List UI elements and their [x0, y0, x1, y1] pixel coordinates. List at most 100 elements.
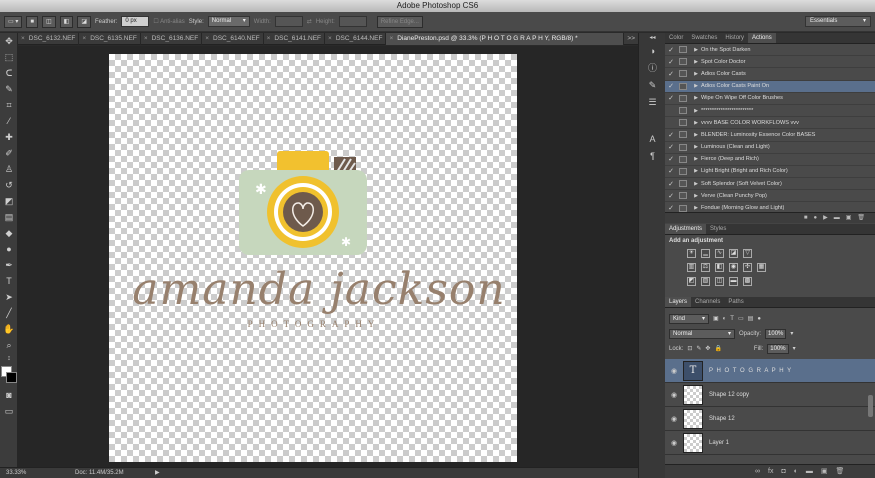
- line-tool-icon[interactable]: ╱: [0, 305, 18, 321]
- feather-input[interactable]: 0 px: [121, 16, 150, 27]
- swap-colors-icon[interactable]: ↕: [0, 353, 18, 365]
- dialog-toggle[interactable]: [679, 94, 687, 102]
- eraser-tool-icon[interactable]: ◩: [0, 193, 18, 209]
- dialog-toggle[interactable]: [679, 204, 687, 212]
- height-input[interactable]: [338, 16, 367, 27]
- color-panel-icon[interactable]: ◑: [639, 43, 666, 60]
- pixel-filter-icon[interactable]: ▣: [713, 315, 719, 322]
- opacity-input[interactable]: 100%: [765, 328, 787, 339]
- tab-layers[interactable]: Layers: [665, 297, 692, 307]
- expand-triangle-icon[interactable]: ▶: [691, 193, 701, 199]
- check-icon[interactable]: ✓: [665, 58, 677, 66]
- expand-triangle-icon[interactable]: ▶: [691, 168, 701, 174]
- lasso-tool-icon[interactable]: ᑕ: [0, 65, 18, 81]
- check-icon[interactable]: ✓: [665, 180, 677, 188]
- action-row-selected[interactable]: ✓ ▶ Adios Color Casts Paint On: [665, 80, 875, 93]
- expand-triangle-icon[interactable]: ▶: [691, 108, 701, 114]
- tab-dsc-6144[interactable]: × DSC_6144.NEF: [325, 33, 387, 45]
- eye-icon[interactable]: ◉: [665, 415, 683, 423]
- fill-input[interactable]: 100%: [767, 343, 789, 354]
- layer-row[interactable]: ◉ Shape 12 copy: [665, 383, 875, 407]
- blur-tool-icon[interactable]: ◆: [0, 225, 18, 241]
- check-icon[interactable]: ✓: [665, 143, 677, 151]
- expand-triangle-icon[interactable]: ▶: [691, 156, 701, 162]
- background-color-swatch[interactable]: [6, 372, 17, 383]
- check-icon[interactable]: ✓: [665, 192, 677, 200]
- brightness-contrast-icon[interactable]: ☀: [687, 249, 696, 258]
- new-selection-button[interactable]: ■: [26, 15, 38, 28]
- action-row[interactable]: ✓ ▶ Verve (Clean Punchy Pop): [665, 190, 875, 203]
- expand-triangle-icon[interactable]: ▶: [691, 120, 701, 126]
- expand-triangle-icon[interactable]: ▶: [691, 205, 701, 211]
- workspace-switcher[interactable]: Essentials ▾: [805, 16, 871, 27]
- check-icon[interactable]: ✓: [665, 82, 677, 90]
- intersect-selection-button[interactable]: ◪: [77, 15, 91, 28]
- check-icon[interactable]: ✓: [665, 155, 677, 163]
- tab-styles[interactable]: Styles: [706, 224, 730, 234]
- check-icon[interactable]: ✓: [665, 70, 677, 78]
- exposure-icon[interactable]: ◪: [729, 249, 738, 258]
- action-row[interactable]: ✓ ▶ Spot Color Doctor: [665, 56, 875, 69]
- pen-tool-icon[interactable]: ✒: [0, 257, 18, 273]
- dialog-toggle[interactable]: [679, 180, 687, 188]
- close-icon[interactable]: ×: [328, 35, 332, 42]
- eyedropper-tool-icon[interactable]: ⁄: [0, 113, 18, 129]
- tab-dsc-6140[interactable]: × DSC_6140.NEF: [202, 33, 264, 45]
- brush-panel-icon[interactable]: ✎: [639, 77, 666, 94]
- close-icon[interactable]: ×: [267, 35, 271, 42]
- close-icon[interactable]: ×: [21, 35, 25, 42]
- action-row[interactable]: ✓ ▶ BLENDER: Luminosity Essence Color BASE…: [665, 129, 875, 142]
- action-row[interactable]: ✓ ▶ On the Spot Darken: [665, 44, 875, 57]
- layer-style-icon[interactable]: fx: [768, 465, 773, 478]
- close-icon[interactable]: ×: [205, 35, 209, 42]
- move-tool-icon[interactable]: ✥: [0, 33, 18, 49]
- blend-mode-select[interactable]: Normal ▾: [669, 328, 735, 339]
- tabs-overflow-button[interactable]: >>: [624, 33, 638, 45]
- action-row[interactable]: ✓ ▶ Soft Splendor (Soft Velvet Color): [665, 178, 875, 191]
- layer-row-selected[interactable]: ◉ T P H O T O G R A P H Y: [665, 359, 875, 383]
- filter-toggle-icon[interactable]: ●: [757, 316, 761, 322]
- type-tool-icon[interactable]: T: [0, 273, 18, 289]
- expand-triangle-icon[interactable]: ▶: [691, 144, 701, 150]
- check-icon[interactable]: ✓: [665, 94, 677, 102]
- expand-triangle-icon[interactable]: ▶: [691, 132, 701, 138]
- document-canvas[interactable]: ✱ ✱ amanda jackson PHOTOGRAPHY: [109, 54, 517, 462]
- marquee-tool-preset-picker[interactable]: ▭ ▾: [4, 15, 23, 28]
- close-icon[interactable]: ×: [144, 35, 148, 42]
- lock-transparency-icon[interactable]: ⊡: [687, 345, 692, 352]
- tab-actions[interactable]: Actions: [748, 33, 776, 43]
- hand-tool-icon[interactable]: ✋: [0, 321, 18, 337]
- expand-triangle-icon[interactable]: ▶: [691, 83, 701, 89]
- new-layer-icon[interactable]: ▣: [821, 465, 828, 478]
- new-group-icon[interactable]: ▬: [806, 465, 813, 478]
- smart-object-filter-icon[interactable]: ▤: [748, 315, 754, 322]
- tab-swatches[interactable]: Swatches: [687, 33, 721, 43]
- play-icon[interactable]: ▶: [823, 213, 828, 223]
- layers-scrollbar[interactable]: [868, 395, 873, 417]
- adjustment-filter-icon[interactable]: ◐: [723, 316, 727, 322]
- add-selection-button[interactable]: ◫: [41, 15, 56, 28]
- kind-filter-select[interactable]: Kind ▾: [669, 313, 709, 324]
- photo-filter-icon[interactable]: ◉: [729, 263, 738, 272]
- type-filter-icon[interactable]: T: [730, 316, 734, 322]
- dialog-toggle[interactable]: [679, 82, 687, 90]
- gradient-map-icon[interactable]: ▬: [729, 277, 738, 286]
- expand-triangle-icon[interactable]: ▶: [691, 95, 701, 101]
- dialog-toggle[interactable]: [679, 155, 687, 163]
- dialog-toggle[interactable]: [679, 192, 687, 200]
- curves-icon[interactable]: ∿: [715, 249, 724, 258]
- tab-dsc-6132[interactable]: × DSC_6132.NEF: [18, 33, 80, 45]
- new-adjustment-icon[interactable]: ◐: [794, 465, 798, 478]
- tab-dsc-6135[interactable]: × DSC_6135.NEF: [79, 33, 141, 45]
- check-icon[interactable]: ✓: [665, 204, 677, 212]
- trash-icon[interactable]: 🗑: [857, 213, 865, 223]
- layer-row[interactable]: ◉ Shape 12: [665, 407, 875, 431]
- close-icon[interactable]: ×: [389, 35, 393, 42]
- stop-icon[interactable]: ■: [804, 213, 808, 223]
- check-icon[interactable]: ✓: [665, 131, 677, 139]
- new-set-icon[interactable]: ▬: [834, 213, 840, 223]
- expand-triangle-icon[interactable]: ▶: [691, 181, 701, 187]
- brush-tool-icon[interactable]: ✐: [0, 145, 18, 161]
- shape-filter-icon[interactable]: ▭: [738, 315, 744, 322]
- subtract-selection-button[interactable]: ◧: [59, 15, 74, 28]
